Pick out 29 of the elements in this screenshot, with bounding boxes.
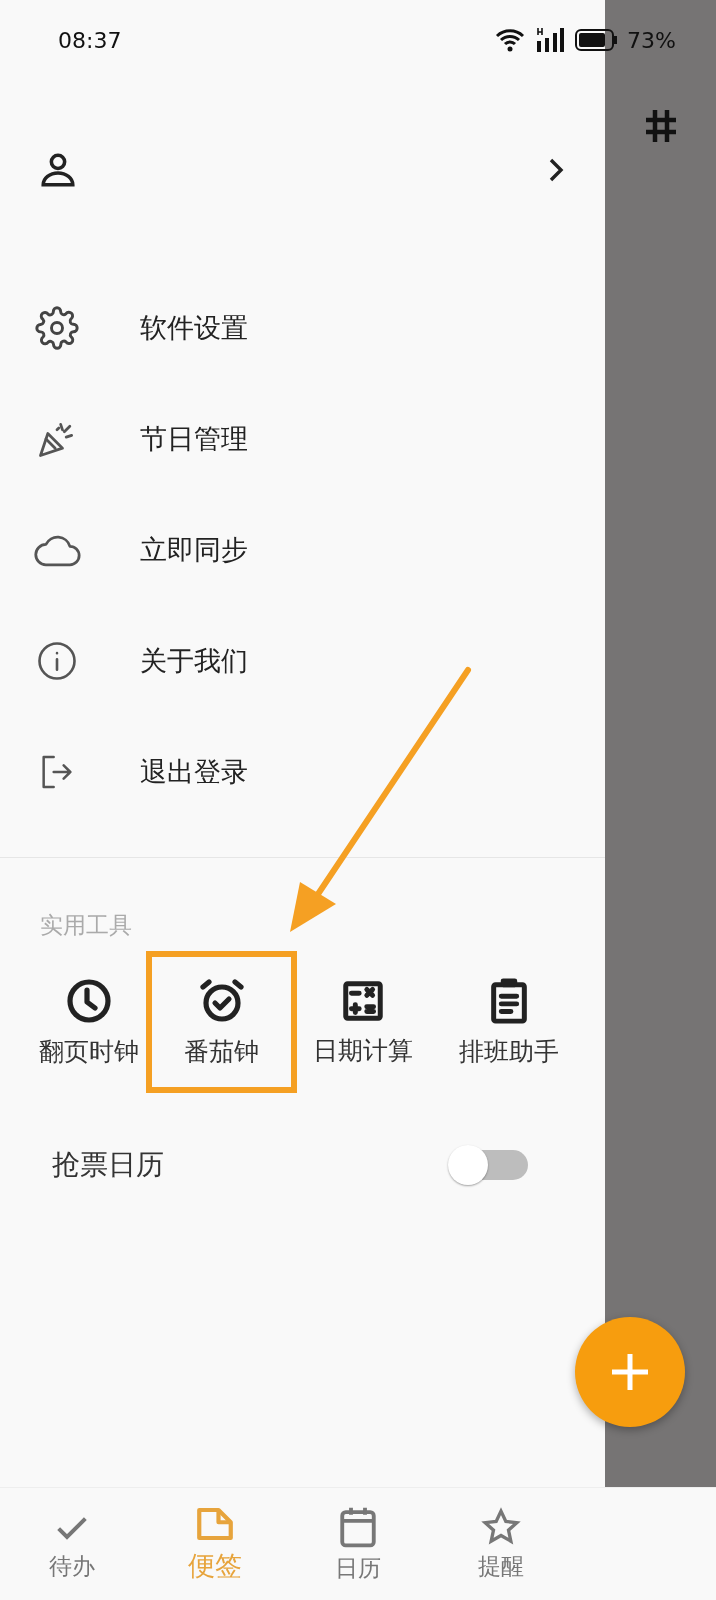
- menu-item[interactable]: 立即同步: [0, 494, 605, 605]
- tool-item[interactable]: 日期计算: [297, 951, 429, 1093]
- star-icon: [480, 1506, 521, 1547]
- status-time: 08:37: [58, 27, 123, 53]
- menu-item[interactable]: 软件设置: [0, 272, 605, 383]
- menu-item[interactable]: 关于我们: [0, 605, 605, 716]
- tool-item[interactable]: 番茄钟: [146, 951, 297, 1093]
- user-icon[interactable]: [40, 153, 76, 187]
- section-title: 实用工具: [40, 911, 133, 940]
- toggle-switch[interactable]: [446, 1143, 530, 1187]
- menu-item[interactable]: 节日管理: [0, 383, 605, 494]
- info-icon: [36, 639, 78, 682]
- tab[interactable]: 日历: [286, 1488, 429, 1600]
- tool-item[interactable]: 排班助手: [429, 951, 589, 1093]
- tool-item[interactable]: 翻页时钟: [32, 951, 146, 1093]
- alarm-clock-icon: [197, 976, 246, 1025]
- cellular-signal-icon: [535, 27, 566, 53]
- hash-icon[interactable]: [643, 108, 678, 144]
- wifi-icon: [495, 28, 526, 52]
- chevron-right-icon[interactable]: [547, 157, 565, 183]
- battery-percent: 73%: [627, 27, 676, 53]
- menu-item[interactable]: 退出登录: [0, 716, 605, 827]
- plus-icon: [610, 1352, 650, 1392]
- tab[interactable]: 待办: [0, 1488, 143, 1600]
- gear-icon: [35, 305, 79, 350]
- toggle-label: 抢票日历: [52, 1147, 164, 1183]
- battery-icon: [575, 29, 618, 51]
- clock-icon: [65, 976, 113, 1025]
- tab[interactable]: 提醒: [429, 1488, 572, 1600]
